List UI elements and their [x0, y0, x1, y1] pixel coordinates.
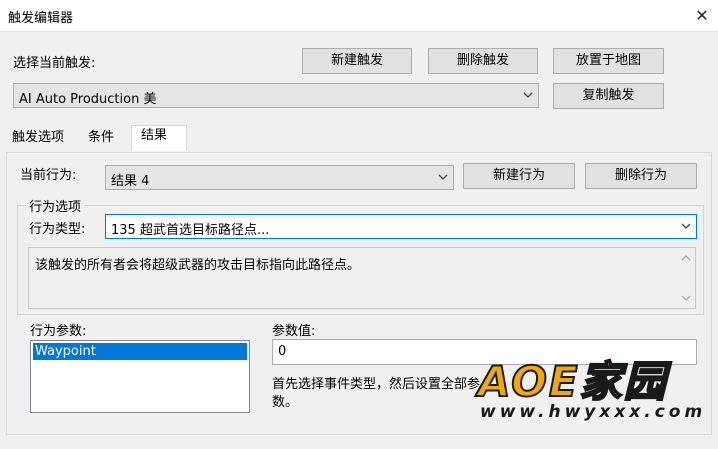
- action-description-text: 该触发的所有者会将超级武器的攻击目标指向此路径点。: [35, 258, 361, 273]
- scroll-down-icon[interactable]: [681, 294, 691, 302]
- action-params-label: 行为参数:: [30, 324, 87, 339]
- chevron-down-icon: [681, 223, 691, 229]
- tab-conditions[interactable]: 条件: [84, 128, 118, 150]
- trigger-select[interactable]: AI Auto Production 美: [13, 83, 539, 108]
- title-bar: 触发编辑器 ✕: [0, 0, 718, 32]
- new-trigger-button[interactable]: 新建触发: [302, 48, 412, 74]
- chevron-down-icon: [438, 174, 448, 180]
- window-title: 触发编辑器: [8, 11, 74, 26]
- current-action-label: 当前行为:: [20, 168, 77, 183]
- watermark-url: www.hwyxxx.com: [480, 402, 707, 422]
- delete-trigger-button[interactable]: 删除触发: [428, 48, 538, 74]
- action-type-label: 行为类型:: [29, 222, 86, 237]
- trigger-select-value: AI Auto Production 美: [19, 92, 157, 107]
- action-type-value: 135 超武首选目标路径点...: [111, 223, 270, 238]
- watermark-logo: AOE家园 www.hwyxxx.com: [477, 348, 714, 428]
- close-icon[interactable]: ✕: [692, 6, 712, 26]
- current-action-value: 结果 4: [111, 174, 150, 189]
- scroll-up-icon[interactable]: [681, 254, 691, 262]
- action-params-list[interactable]: Waypoint: [30, 340, 250, 413]
- select-trigger-label: 选择当前触发:: [13, 56, 96, 71]
- action-options-title: 行为选项: [26, 196, 85, 215]
- chevron-down-icon: [523, 92, 533, 98]
- param-hint: 首先选择事件类型，然后设置全部参数。: [272, 377, 481, 410]
- param-value-label: 参数值:: [272, 324, 316, 339]
- watermark-main: AOE家园: [477, 356, 668, 407]
- action-description: 该触发的所有者会将超级武器的攻击目标指向此路径点。: [28, 247, 696, 309]
- copy-trigger-button[interactable]: 复制触发: [553, 83, 664, 109]
- list-item[interactable]: Waypoint: [33, 343, 247, 360]
- param-value-text: 0: [278, 344, 287, 359]
- action-type-select[interactable]: 135 超武首选目标路径点...: [105, 214, 697, 239]
- delete-action-button[interactable]: 删除行为: [585, 163, 697, 189]
- place-on-map-button[interactable]: 放置于地图: [553, 48, 664, 74]
- tab-trigger-options[interactable]: 触发选项: [8, 128, 68, 150]
- new-action-button[interactable]: 新建行为: [463, 163, 575, 189]
- current-action-select[interactable]: 结果 4: [105, 165, 454, 190]
- tab-results[interactable]: 结果: [131, 125, 187, 151]
